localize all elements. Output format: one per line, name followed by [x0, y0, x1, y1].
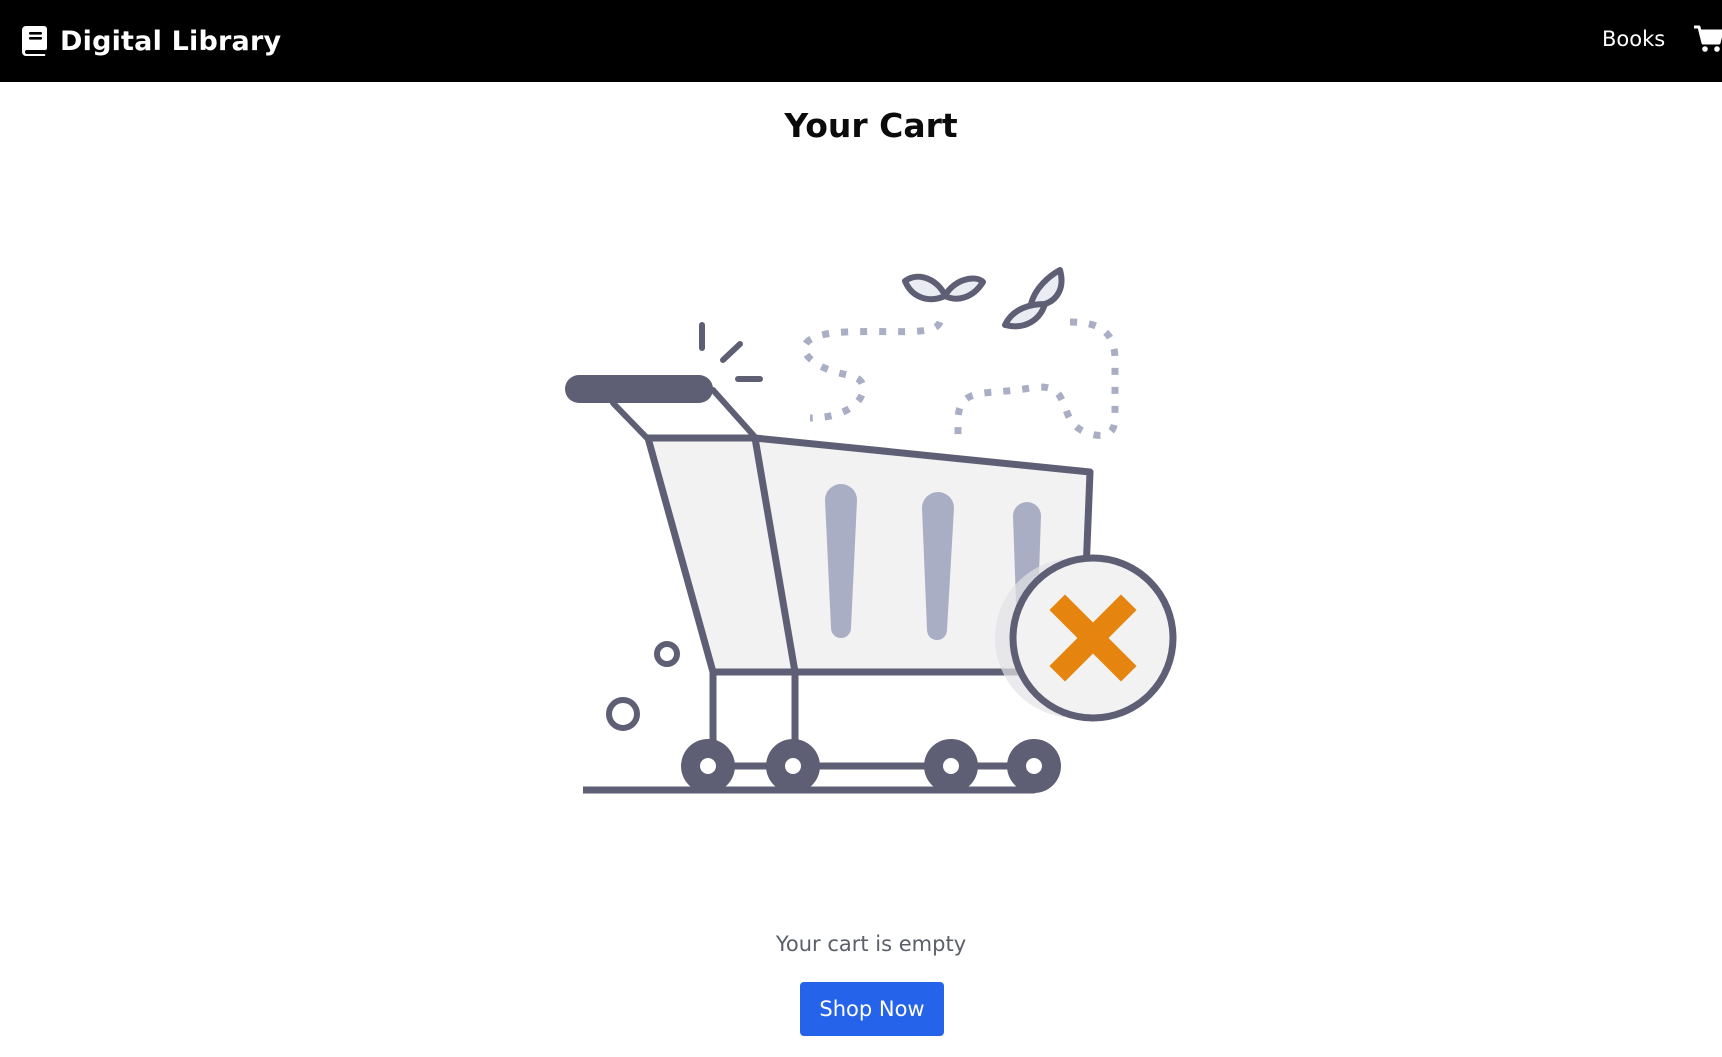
cart-nav-button[interactable] [1694, 24, 1722, 54]
top-navbar: Digital Library Books [0, 0, 1722, 82]
bubble [606, 697, 640, 731]
cart-wheel [1007, 739, 1061, 793]
leaf-right [1002, 267, 1065, 330]
books-nav-link[interactable]: Books [1602, 27, 1665, 51]
cart-wheel [766, 739, 820, 793]
leaf-left [902, 273, 986, 303]
empty-cart-message: Your cart is empty [775, 932, 967, 956]
dotted-trail-left [800, 320, 944, 422]
page-title: Your Cart [784, 106, 958, 145]
sparkle-line [720, 341, 743, 363]
brand-link[interactable]: Digital Library [22, 0, 281, 82]
book-icon [22, 26, 47, 56]
cart-handle [565, 375, 713, 403]
brand-title: Digital Library [60, 25, 282, 57]
empty-cart-illustration [555, 260, 1190, 800]
shop-now-button[interactable]: Shop Now [800, 982, 944, 1036]
shopping-cart-icon [1694, 25, 1722, 52]
cart-wheel [681, 739, 735, 793]
cart-wheel [924, 739, 978, 793]
dotted-trail-right [954, 318, 1119, 439]
bubble [654, 641, 680, 667]
